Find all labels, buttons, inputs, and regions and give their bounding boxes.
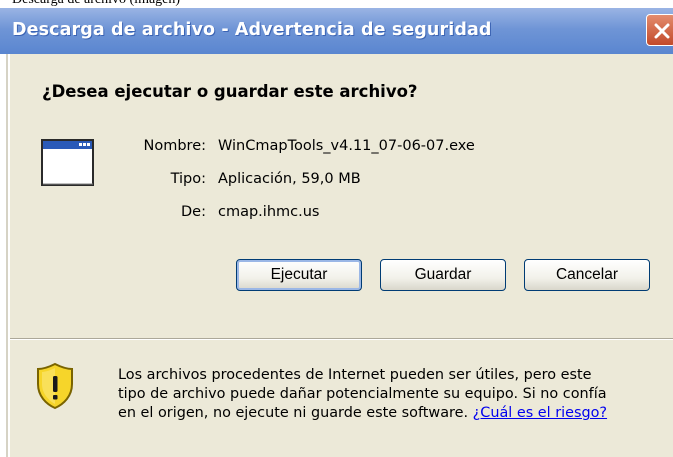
file-name-label: Nombre: [143, 138, 207, 154]
file-source-value: cmap.ihmc.us [218, 204, 320, 220]
file-type-value: Aplicación, 59,0 MB [218, 171, 361, 187]
file-source-label: De: [181, 204, 206, 220]
separator-highlight [10, 339, 673, 340]
dialog-question: ¿Desea ejecutar o guardar este archivo? [42, 82, 418, 101]
window-left-edge [0, 54, 10, 457]
warning-line-1: Los archivos procedentes de Internet pue… [118, 367, 592, 383]
risk-link[interactable]: ¿Cuál es el riesgo? [473, 405, 607, 421]
title-bar[interactable]: Descarga de archivo - Advertencia de seg… [0, 8, 673, 54]
cancel-button[interactable]: Cancelar [524, 259, 650, 291]
warning-line-2: tipo de archivo puede dañar potencialmen… [118, 386, 607, 402]
close-icon [654, 23, 670, 39]
warning-line-3-text: en el origen, no ejecute ni guarde este … [118, 405, 469, 421]
security-warning-text: Los archivos procedentes de Internet pue… [118, 366, 663, 423]
close-button[interactable] [646, 14, 673, 46]
file-name-value: WinCmapTools_v4.11_07-06-07.exe [218, 138, 475, 154]
window-title: Descarga de archivo - Advertencia de seg… [12, 20, 492, 40]
warning-line-3: en el origen, no ejecute ni guarde este … [118, 404, 663, 423]
file-type-label: Tipo: [170, 171, 206, 187]
application-window-icon [41, 139, 94, 186]
caption-strip: Descarga de archivo (imagen) [0, 0, 673, 8]
save-button[interactable]: Guardar [380, 259, 506, 291]
security-shield-warning-icon [37, 362, 73, 410]
run-button[interactable]: Ejecutar [236, 259, 362, 291]
